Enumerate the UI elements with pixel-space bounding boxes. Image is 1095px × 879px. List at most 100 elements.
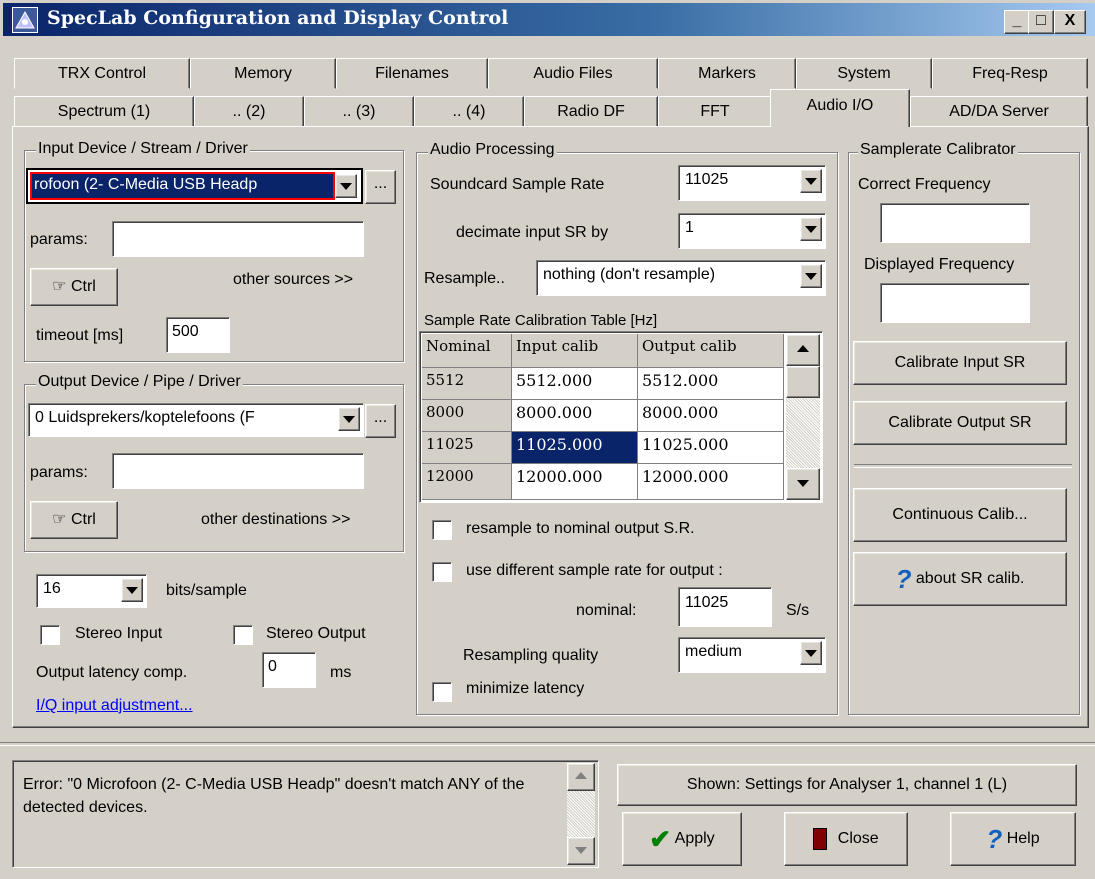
calibrator-divider xyxy=(854,464,1072,468)
correct-frequency-label: Correct Frequency xyxy=(858,176,991,193)
output-ctrl-button[interactable]: ☞ Ctrl xyxy=(30,501,118,539)
latency-unit: ms xyxy=(330,664,352,681)
output-device-combo[interactable]: 0 Luidsprekers/koptelefoons (F xyxy=(28,403,364,437)
resample-combo[interactable]: nothing (don't resample) xyxy=(536,260,826,296)
message-scrollbar[interactable] xyxy=(567,763,595,865)
use-different-rate-label: use different sample rate for output : xyxy=(466,562,723,579)
resampling-quality-value: medium xyxy=(685,643,742,660)
help-button[interactable]: ? Help xyxy=(950,812,1076,866)
calibration-table[interactable]: Nominal Input calib Output calib 5512 55… xyxy=(419,331,823,503)
table-row-input[interactable]: 12000.000 xyxy=(512,464,638,500)
message-scroll-down-arrow[interactable] xyxy=(567,837,595,865)
input-browse-button[interactable]: ... xyxy=(365,170,396,204)
resample-label: Resample.. xyxy=(424,270,505,287)
table-scrollbar[interactable] xyxy=(786,334,820,500)
latency-field[interactable]: 0 xyxy=(262,652,316,688)
table-row-output[interactable]: 12000.000 xyxy=(638,464,784,500)
bits-per-sample-label: bits/sample xyxy=(166,582,247,599)
continuous-calib-button[interactable]: Continuous Calib... xyxy=(853,488,1067,542)
table-row-input[interactable]: 8000.000 xyxy=(512,400,638,432)
nominal-output-rate-field[interactable]: 11025 xyxy=(678,587,772,627)
input-device-value: rofoon (2- C-Media USB Headp xyxy=(34,176,258,193)
decimate-combo[interactable]: 1 xyxy=(678,213,826,249)
minimize-latency-label: minimize latency xyxy=(466,680,585,697)
resample-value: nothing (don't resample) xyxy=(543,266,716,283)
table-row-nominal[interactable]: 11025 xyxy=(422,432,512,464)
output-device-value: 0 Luidsprekers/koptelefoons (F xyxy=(35,409,255,426)
input-group-title: Input Device / Stream / Driver xyxy=(36,140,250,158)
nominal-unit: S/s xyxy=(786,602,810,619)
minimize-latency-checkbox[interactable] xyxy=(432,682,452,702)
resample-nominal-checkbox[interactable] xyxy=(432,520,452,540)
checkmark-icon: ✔ xyxy=(649,824,672,854)
bits-per-sample-value: 16 xyxy=(43,580,61,597)
table-row-output[interactable]: 5512.000 xyxy=(638,368,784,400)
shown-settings-button[interactable]: Shown: Settings for Analyser 1, channel … xyxy=(617,764,1077,806)
stereo-input-checkbox[interactable] xyxy=(40,625,60,645)
resample-dropdown-arrow[interactable] xyxy=(800,264,822,288)
timeout-label: timeout [ms] xyxy=(36,327,124,344)
bits-per-sample-combo[interactable]: 16 xyxy=(36,574,147,608)
panel-content: Input Device / Stream / Driver rofoon (2… xyxy=(0,0,1095,879)
sample-rate-combo[interactable]: 11025 xyxy=(678,165,826,201)
resampling-quality-combo[interactable]: medium xyxy=(678,637,826,673)
other-destinations-link[interactable]: other destinations >> xyxy=(201,511,350,529)
error-message-text: Error: "0 Microfoon (2- C-Media USB Head… xyxy=(23,776,525,816)
scroll-down-arrow[interactable] xyxy=(786,468,820,500)
correct-frequency-field[interactable] xyxy=(880,203,1030,243)
output-params-field[interactable] xyxy=(112,453,364,489)
quality-dropdown-arrow[interactable] xyxy=(800,641,822,665)
table-row-output[interactable]: 11025.000 xyxy=(638,432,784,464)
close-button[interactable]: Close xyxy=(784,812,908,866)
scroll-up-arrow[interactable] xyxy=(786,334,820,366)
sample-rate-label: Soundcard Sample Rate xyxy=(430,176,605,193)
input-ctrl-button[interactable]: ☞ Ctrl xyxy=(30,268,118,306)
table-row-nominal[interactable]: 12000 xyxy=(422,464,512,500)
table-row-nominal[interactable]: 8000 xyxy=(422,400,512,432)
stereo-output-checkbox[interactable] xyxy=(233,625,253,645)
resample-nominal-label: resample to nominal output S.R. xyxy=(466,520,695,537)
output-params-label: params: xyxy=(30,464,88,481)
sample-rate-value: 11025 xyxy=(685,171,729,188)
iq-adjustment-link[interactable]: I/Q input adjustment... xyxy=(36,697,193,715)
scroll-thumb[interactable] xyxy=(786,366,820,398)
bits-dropdown-arrow[interactable] xyxy=(121,578,143,602)
bottom-divider xyxy=(0,742,1095,746)
hand-pointer-icon: ☞ xyxy=(52,511,67,528)
other-sources-link[interactable]: other sources >> xyxy=(233,271,353,289)
calibrator-group-title: Samplerate Calibrator xyxy=(858,141,1018,159)
table-row-input[interactable]: 5512.000 xyxy=(512,368,638,400)
input-device-combo[interactable]: rofoon (2- C-Media USB Headp xyxy=(26,168,363,204)
calibration-table-title: Sample Rate Calibration Table [Hz] xyxy=(424,312,658,329)
decimate-label: decimate input SR by xyxy=(456,224,609,241)
help-question-icon: ? xyxy=(986,824,1003,854)
table-row-nominal[interactable]: 5512 xyxy=(422,368,512,400)
use-different-rate-checkbox[interactable] xyxy=(432,562,452,582)
table-header-output-calib[interactable]: Output calib xyxy=(638,334,784,368)
input-device-dropdown-arrow[interactable] xyxy=(335,174,357,198)
displayed-frequency-label: Displayed Frequency xyxy=(864,256,1015,273)
displayed-frequency-field[interactable] xyxy=(880,283,1030,323)
error-message-box[interactable]: Error: "0 Microfoon (2- C-Media USB Head… xyxy=(12,760,599,868)
stereo-input-label: Stereo Input xyxy=(75,625,163,642)
hand-pointer-icon: ☞ xyxy=(52,278,67,295)
calibrate-input-button[interactable]: Calibrate Input SR xyxy=(853,341,1067,385)
stereo-output-label: Stereo Output xyxy=(266,625,366,642)
nominal-label: nominal: xyxy=(576,602,637,619)
door-icon xyxy=(813,827,828,850)
table-header-nominal[interactable]: Nominal xyxy=(422,334,512,368)
output-device-dropdown-arrow[interactable] xyxy=(338,407,360,431)
output-browse-button[interactable]: ... xyxy=(365,404,396,438)
decimate-dropdown-arrow[interactable] xyxy=(800,217,822,241)
about-sr-calib-button[interactable]: ? about SR calib. xyxy=(853,552,1067,606)
table-header-input-calib[interactable]: Input calib xyxy=(512,334,638,368)
table-row-output[interactable]: 8000.000 xyxy=(638,400,784,432)
apply-button[interactable]: ✔ Apply xyxy=(622,812,742,866)
table-row-input-selected[interactable]: 11025.000 xyxy=(512,432,638,464)
timeout-field[interactable]: 500 xyxy=(166,317,230,353)
input-params-field[interactable] xyxy=(112,221,364,257)
sample-rate-dropdown-arrow[interactable] xyxy=(800,169,822,193)
input-params-label: params: xyxy=(30,231,88,248)
message-scroll-up-arrow[interactable] xyxy=(567,763,595,791)
calibrate-output-button[interactable]: Calibrate Output SR xyxy=(853,401,1067,445)
